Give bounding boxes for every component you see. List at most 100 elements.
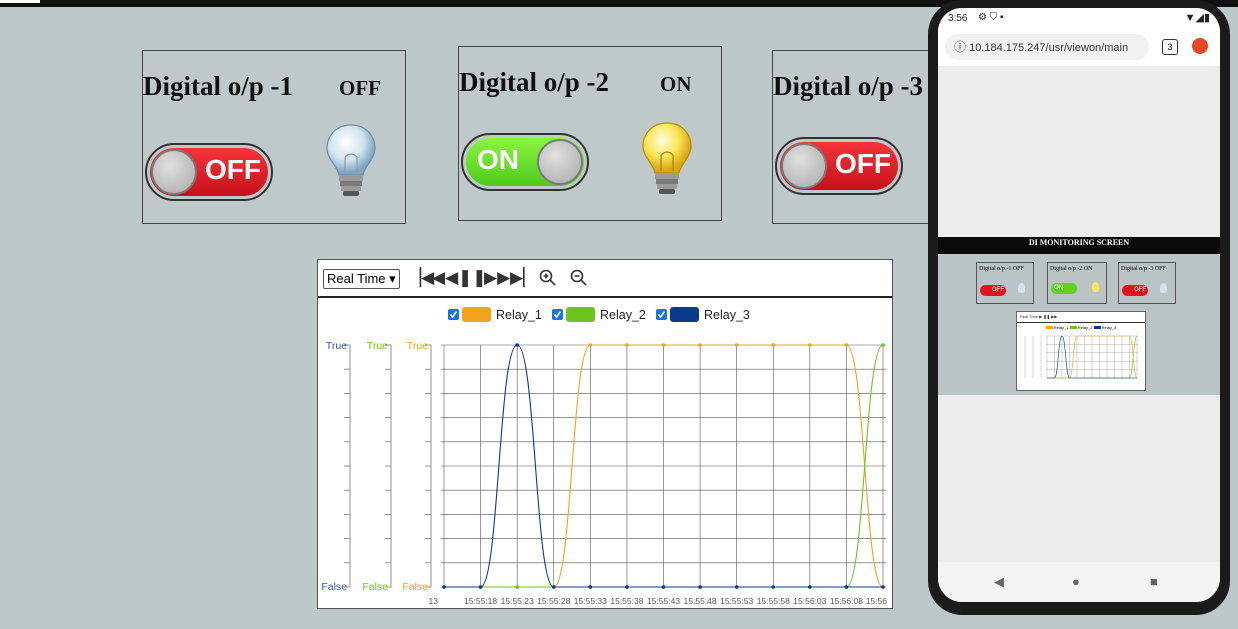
browser-top-white-strip: [0, 0, 40, 3]
legend-swatch: [566, 307, 595, 322]
zoom-in-icon[interactable]: [539, 269, 557, 287]
status-text: ON: [660, 72, 692, 96]
legend-swatch: [462, 307, 491, 322]
data-point-relay_3: [588, 585, 593, 589]
toggle-label: ON: [477, 144, 519, 175]
recents-icon[interactable]: ■: [1150, 574, 1158, 589]
x-tick-label: 15:55:38: [610, 596, 643, 606]
mini-chart-plot: [1024, 335, 1138, 379]
pause-icon[interactable]: ❚❚: [458, 268, 487, 288]
x-tick-label: 15:55:18: [464, 596, 497, 606]
home-icon[interactable]: ●: [1072, 574, 1080, 589]
data-point-relay_3: [515, 343, 519, 347]
mini-panel-state: ON: [1083, 266, 1093, 272]
mini-toggle[interactable]: OFF: [980, 285, 1006, 296]
back-icon[interactable]: ◀: [994, 574, 1004, 590]
mini-bulb-icon: [1160, 283, 1167, 293]
status-time: 3:56: [948, 13, 968, 24]
data-point-relay_1: [661, 343, 666, 347]
toggle-knob: [151, 149, 197, 195]
chart-toolbar: Real Time ▾ ▕◀ ◀◀ ❚❚ ▶▶ ▶▏: [318, 260, 892, 298]
chart-plot: Relay_1 Relay_2 Relay_3 True False True False T…: [321, 307, 888, 606]
y-axis-bottom-label: False: [402, 581, 428, 593]
mini-legend-item: Relay_3: [1101, 325, 1117, 330]
toggle-knob: [781, 143, 827, 189]
skip-to-start-icon[interactable]: ▕◀: [408, 268, 434, 288]
relay-trend-chart: Real Time ▾ ▕◀ ◀◀ ❚❚ ▶▶ ▶▏ Relay_1 Relay_…: [317, 259, 893, 609]
signal-battery-icon: ▼◢▮: [1184, 12, 1210, 24]
phone-nav-bar: ◀ ● ■: [938, 562, 1220, 602]
data-point-relay_3: [442, 585, 446, 589]
x-tick-label: 15:56: [866, 596, 888, 606]
mini-toggle[interactable]: OFF: [1122, 285, 1148, 296]
mini-panel-state: OFF: [1012, 266, 1024, 272]
data-point-relay_3: [808, 585, 812, 589]
x-tick-label: 15:55:28: [537, 596, 570, 606]
data-point-relay_1: [698, 343, 702, 347]
fast-forward-icon[interactable]: ▶▶: [484, 268, 510, 288]
info-icon: ⓘ: [954, 40, 967, 54]
data-point-relay_3: [478, 585, 483, 589]
phone-status-bar: 3:56 ⚙ ⛉ ▪ ▼◢▮: [938, 8, 1220, 30]
data-point-relay_1: [771, 343, 776, 347]
toggle-label: OFF: [835, 148, 891, 179]
digital-output-1-panel: Digital o/p -1 OFF OFF: [142, 50, 406, 224]
y-axis-top-label: True: [367, 340, 388, 352]
toggle-switch-3[interactable]: OFF: [775, 137, 903, 195]
url-text: 10.184.175.247/usr/viewon/main: [969, 42, 1129, 54]
legend-label: Relay_2: [600, 308, 646, 322]
x-tick-label: 15:55:43: [647, 596, 680, 606]
mini-chart: Real Time ▶ ❚❚ ▶▶ Relay_1 Relay_2 Relay_…: [1016, 311, 1146, 391]
panel-title: Digital o/p -3: [773, 71, 924, 101]
zoom-out-icon[interactable]: [570, 269, 588, 287]
mini-legend-item: Relay_1: [1053, 325, 1069, 330]
data-point-relay_3: [661, 585, 666, 589]
legend-label: Relay_1: [496, 308, 542, 322]
rewind-icon[interactable]: ◀◀: [432, 268, 458, 288]
mini-legend-item: Relay_2: [1077, 325, 1093, 330]
phone-screen: 3:56 ⚙ ⛉ ▪ ▼◢▮ ⓘ 10.184.175.247/usr/view…: [938, 8, 1220, 602]
toggle-knob: [537, 139, 583, 185]
status-text: OFF: [339, 76, 381, 100]
light-bulb-off-icon: [326, 124, 376, 196]
mini-panel-state: OFF: [1154, 266, 1166, 272]
mini-bulb-icon: [1018, 283, 1025, 293]
tab-count-button[interactable]: 3: [1162, 39, 1178, 55]
data-point-relay_1: [625, 343, 629, 347]
x-tick-label: 15:55:58: [757, 596, 790, 606]
toggle-switch-2[interactable]: ON: [461, 133, 589, 191]
y-axis-top-label: True: [407, 340, 428, 352]
data-point-relay_3: [771, 585, 776, 589]
data-point-relay_1: [844, 343, 849, 347]
mini-panel-1: Digital o/p -1 OFF OFF: [976, 262, 1034, 304]
browser-menu-icon[interactable]: [1192, 38, 1208, 54]
mini-mode-select[interactable]: Real Time: [1020, 314, 1038, 319]
data-point-relay_1: [808, 343, 812, 347]
data-point-relay_3: [844, 585, 849, 589]
toggle-switch-1[interactable]: OFF: [145, 143, 273, 201]
chevron-down-icon: ▾: [389, 271, 396, 286]
mini-panel-title: Digital o/p -3: [1121, 266, 1154, 272]
mini-toggle[interactable]: ON: [1051, 283, 1077, 294]
data-point-relay_1: [588, 343, 593, 347]
digital-output-2-panel: Digital o/p -2 ON ON: [458, 46, 722, 221]
mode-select-value: Real Time: [327, 271, 386, 286]
data-point-relay_3: [551, 585, 556, 589]
legend-swatch: [670, 307, 699, 322]
panel-title: Digital o/p -1: [143, 71, 294, 101]
data-point-relay_3: [625, 585, 629, 589]
url-field[interactable]: ⓘ 10.184.175.247/usr/viewon/main: [945, 34, 1149, 60]
phone-page-area: Digital o/p -1 OFF OFF Digital o/p -2 ON…: [938, 254, 1220, 395]
panel-title: Digital o/p -2: [459, 67, 610, 97]
x-tick-label: 15:56:03: [793, 596, 826, 606]
x-tick-label: 15:55:23: [501, 596, 534, 606]
mini-panel-2: Digital o/p -2 ON ON: [1047, 262, 1107, 304]
mini-bulb-icon: [1092, 282, 1099, 292]
mini-panel-title: Digital o/p -1: [979, 266, 1012, 272]
data-point-relay_3: [881, 585, 885, 589]
data-point-relay_3: [734, 585, 739, 589]
browser-url-bar: ⓘ 10.184.175.247/usr/viewon/main 3: [938, 30, 1220, 66]
x-tick-label: 15:55:33: [574, 596, 607, 606]
mode-select[interactable]: Real Time ▾: [323, 269, 400, 289]
skip-to-end-icon[interactable]: ▶▏: [510, 268, 536, 288]
